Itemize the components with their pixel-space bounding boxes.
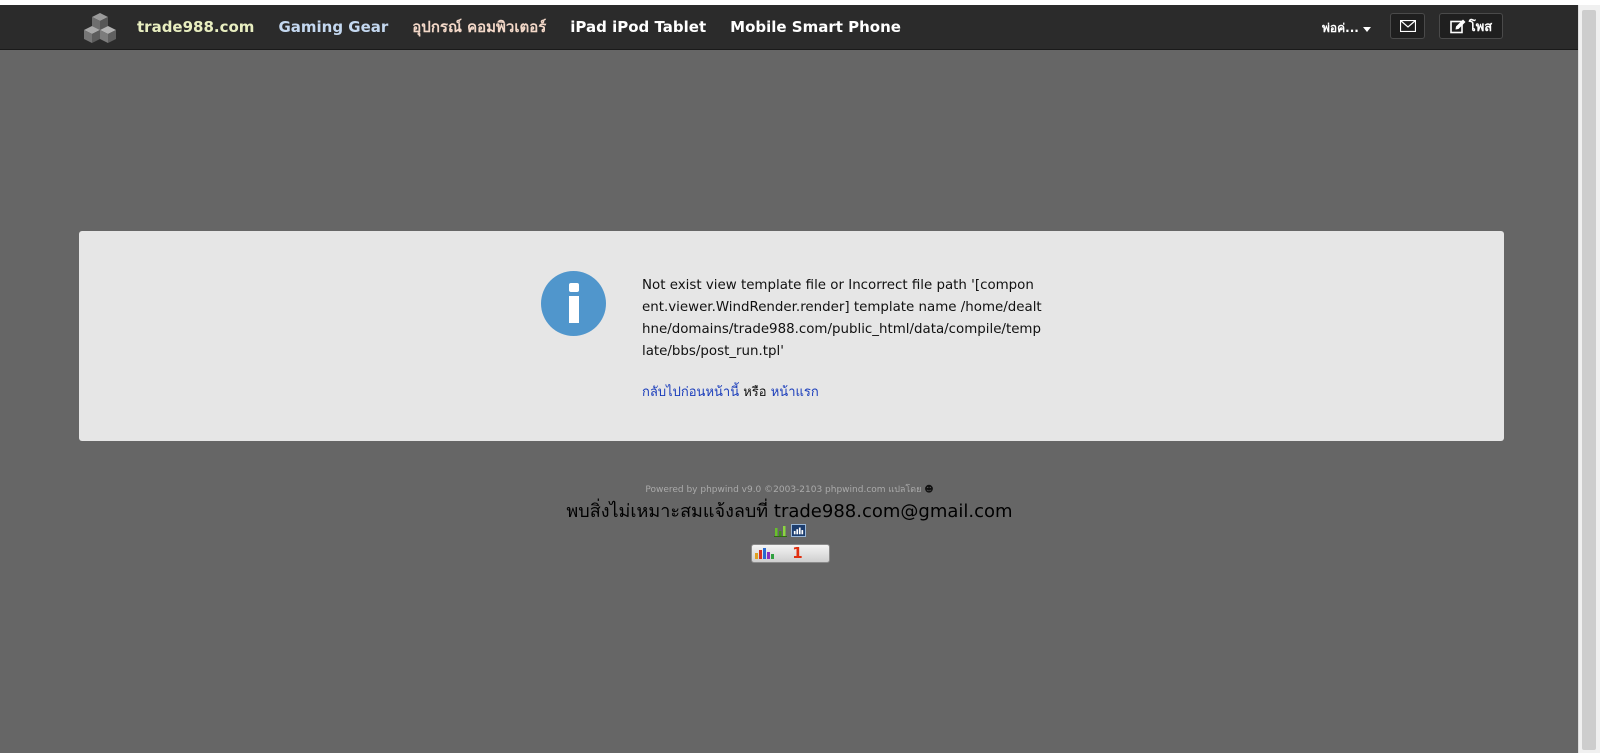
home-link[interactable]: หน้าแรก (771, 385, 819, 400)
post-button[interactable]: โพส (1439, 13, 1503, 39)
scrollbar-thumb[interactable] (1582, 10, 1596, 750)
main-nav: trade988.com Gaming Gear อุปกรณ์ คอมพิวเ… (137, 5, 901, 49)
powered-by-label: Powered by phpwind v9.0 ©2003-2103 phpwi… (645, 485, 922, 495)
mail-icon (1399, 20, 1416, 32)
visitor-counter[interactable]: 1 (751, 544, 830, 563)
info-icon-stem (569, 296, 579, 323)
stats-counter-icon[interactable] (791, 524, 806, 537)
stats-badges (774, 524, 806, 537)
chevron-down-icon (1362, 27, 1371, 32)
nav-gaming-gear[interactable]: Gaming Gear (278, 18, 388, 36)
report-abuse-text: พบสิ่งไม่เหมาะสมแจ้งลบที่ trade988.com@g… (566, 501, 1013, 522)
bar-chart-icon[interactable] (774, 524, 787, 537)
nav-mobile-phone[interactable]: Mobile Smart Phone (730, 18, 901, 36)
nav-computer-equipment[interactable]: อุปกรณ์ คอมพิวเตอร์ (412, 15, 546, 39)
navigation-links: กลับไปก่อนหน้านี้ หรือ หน้าแรก (642, 381, 819, 402)
user-menu-dropdown[interactable]: พ่อค่... (1322, 19, 1371, 38)
info-icon (541, 271, 606, 336)
error-message-text: Not exist view template file or Incorrec… (642, 278, 1042, 359)
info-icon-dot (569, 283, 579, 292)
or-separator: หรือ (743, 385, 767, 400)
powered-by-text: Powered by phpwind v9.0 ©2003-2103 phpwi… (0, 482, 1579, 496)
nav-ipad-tablet[interactable]: iPad iPod Tablet (570, 18, 706, 36)
go-back-link[interactable]: กลับไปก่อนหน้านี้ (642, 385, 739, 400)
post-button-label: โพส (1468, 19, 1493, 35)
smiley-icon: ☻ (924, 485, 934, 495)
edit-icon (1449, 19, 1466, 33)
messages-button[interactable] (1390, 13, 1425, 39)
top-navbar: trade988.com Gaming Gear อุปกรณ์ คอมพิวเ… (0, 5, 1579, 50)
vertical-scrollbar[interactable] (1578, 5, 1600, 753)
counter-value: 1 (792, 544, 803, 562)
nav-brand-link[interactable]: trade988.com (137, 18, 254, 36)
cubes-logo-icon[interactable] (82, 11, 118, 47)
user-menu-label: พ่อค่... (1322, 21, 1359, 35)
